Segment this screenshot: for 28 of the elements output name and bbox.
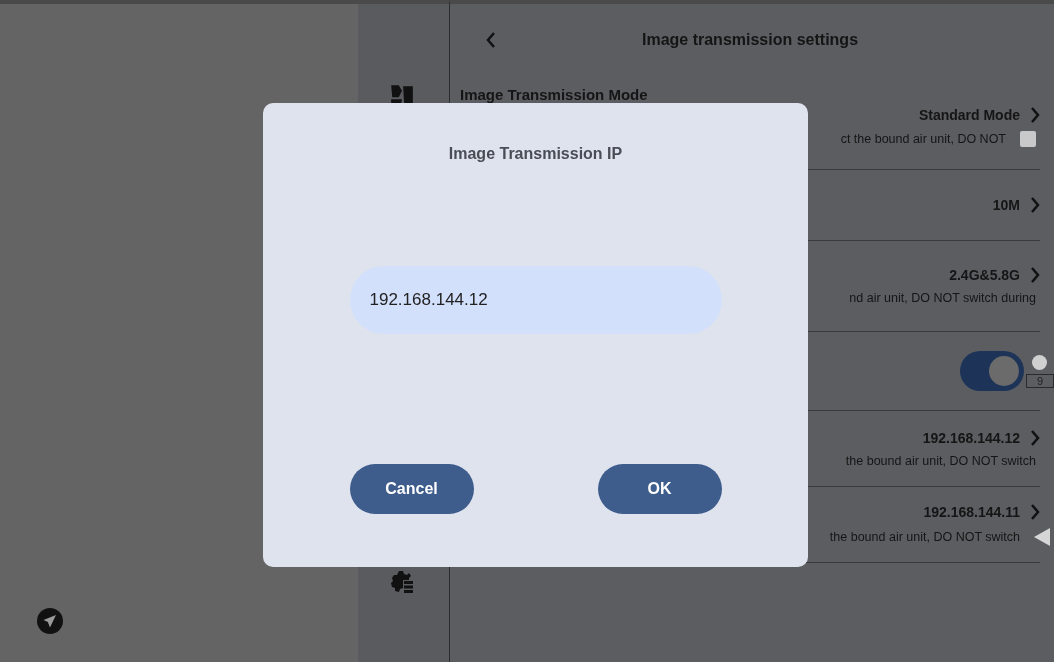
chevron-icon: [1030, 106, 1040, 123]
dot-icon: [1032, 354, 1048, 370]
cancel-button[interactable]: Cancel: [349, 464, 474, 514]
triangle-icon[interactable]: [1034, 527, 1050, 546]
gear-list-icon[interactable]: [389, 570, 415, 594]
row-description: the bound air unit, DO NOT switch: [829, 529, 1020, 544]
back-icon[interactable]: [485, 32, 497, 48]
row-title: Image Transmission Mode: [460, 86, 648, 103]
row-value: 10M: [992, 197, 1020, 213]
chevron-icon: [1030, 503, 1040, 520]
checkbox[interactable]: [1020, 130, 1036, 147]
ok-button[interactable]: OK: [597, 464, 722, 514]
dialog-title: Image Transmission IP: [448, 145, 623, 163]
row-description: the bound air unit, DO NOT switch: [845, 453, 1036, 468]
counter-label: 9: [1025, 373, 1054, 388]
page-title: Image transmission settings: [640, 31, 860, 49]
chevron-icon: [1030, 429, 1040, 446]
row-value: 2.4G&5.8G: [949, 267, 1020, 283]
row-description: ct the bound air unit, DO NOT: [840, 131, 1006, 146]
paper-plane-icon[interactable]: [37, 608, 63, 634]
chevron-icon: [1030, 197, 1040, 213]
toggle-switch[interactable]: [959, 351, 1024, 391]
chevron-icon: [1030, 267, 1040, 283]
row-description: nd air unit, DO NOT switch during: [849, 291, 1036, 305]
row-value: 192.168.144.12: [922, 429, 1020, 446]
row-value: Standard Mode: [918, 106, 1020, 123]
ip-input-field[interactable]: 192.168.144.12: [349, 266, 722, 334]
row-value: 192.168.144.11: [923, 503, 1020, 520]
